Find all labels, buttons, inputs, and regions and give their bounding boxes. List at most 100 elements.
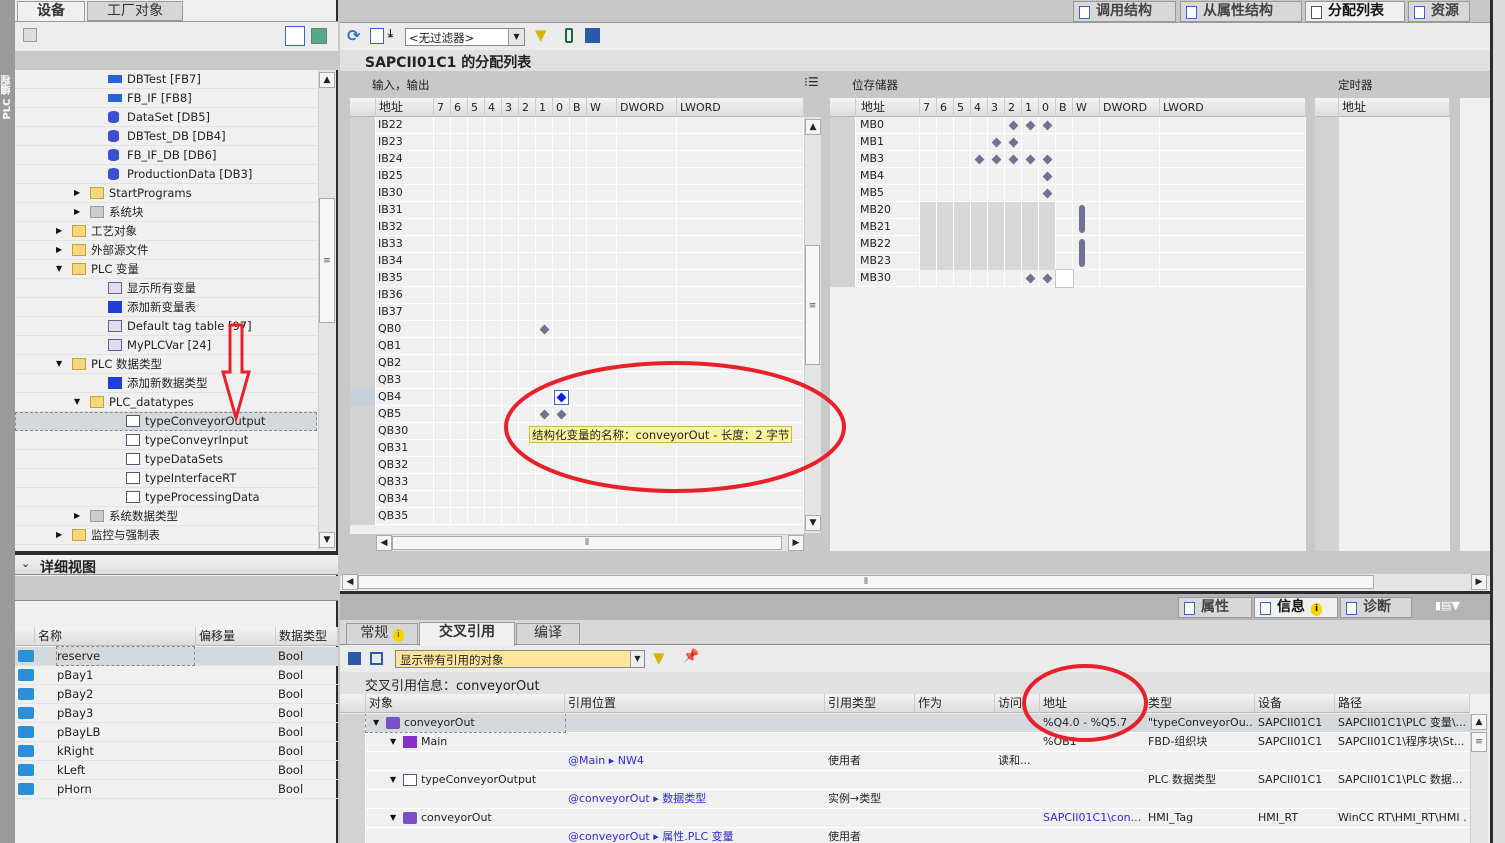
column-0[interactable]: 0 bbox=[1039, 98, 1056, 117]
bit-cell[interactable] bbox=[485, 491, 502, 508]
column-header[interactable]: 引用类型 bbox=[825, 694, 915, 713]
bit-cell[interactable] bbox=[971, 270, 988, 287]
bit-cell[interactable] bbox=[1160, 151, 1306, 168]
column-lword[interactable]: LWORD bbox=[677, 98, 804, 117]
bit-cell[interactable] bbox=[1073, 117, 1100, 134]
bit-cell[interactable] bbox=[519, 491, 536, 508]
xref-location[interactable]: @conveyorOut ▸ 数据类型 bbox=[568, 790, 822, 808]
table-row[interactable]: MB22 bbox=[830, 236, 1306, 267]
bit-cell[interactable] bbox=[502, 236, 519, 253]
tree-item[interactable]: ▶ 监控与强制表 bbox=[15, 526, 317, 545]
bit-cell[interactable] bbox=[485, 406, 502, 423]
column-1[interactable]: 1 bbox=[536, 98, 553, 117]
bit-cell[interactable] bbox=[587, 508, 617, 525]
bit-cell[interactable] bbox=[468, 134, 485, 151]
bit-cell[interactable] bbox=[920, 185, 937, 202]
column-b[interactable]: B bbox=[570, 98, 587, 117]
xref-row[interactable]: @conveyorOut ▸ 属性.PLC 变量 使用者 bbox=[340, 828, 1470, 843]
battery-icon[interactable] bbox=[565, 28, 573, 43]
bit-cell[interactable] bbox=[1056, 236, 1073, 253]
bit-cell[interactable] bbox=[1100, 253, 1160, 270]
bit-cell[interactable] bbox=[519, 270, 536, 287]
io-hscrollbar[interactable]: ◀ ⦀ ▶ bbox=[376, 535, 804, 551]
row-header[interactable] bbox=[830, 134, 856, 151]
panel-layout-icon[interactable]: ▮▤▼ bbox=[1435, 599, 1460, 612]
tree-item[interactable]: DataSet [DB5] bbox=[15, 108, 317, 127]
xref-filter-select[interactable]: 显示带有引用的对象 ▼ bbox=[395, 650, 645, 668]
row-header[interactable] bbox=[830, 236, 856, 253]
bit-cell[interactable] bbox=[937, 168, 954, 185]
row-header[interactable] bbox=[350, 491, 376, 508]
bit-cell[interactable] bbox=[677, 219, 804, 236]
row-header[interactable] bbox=[830, 151, 856, 168]
bit-cell[interactable] bbox=[677, 389, 804, 406]
bit-cell[interactable] bbox=[1022, 134, 1039, 151]
bit-cell[interactable] bbox=[519, 406, 536, 423]
bit-cell[interactable] bbox=[570, 372, 587, 389]
bit-cell[interactable] bbox=[485, 219, 502, 236]
bit-cell[interactable] bbox=[1039, 185, 1056, 202]
bit-cell[interactable] bbox=[434, 474, 451, 491]
bit-cell[interactable] bbox=[468, 389, 485, 406]
row-header[interactable] bbox=[350, 168, 376, 185]
bit-cell[interactable] bbox=[570, 168, 587, 185]
table-row[interactable]: IB34 bbox=[350, 253, 804, 270]
bit-cell[interactable] bbox=[1005, 168, 1022, 185]
bit-cell[interactable] bbox=[1073, 185, 1100, 202]
bit-cell[interactable] bbox=[1022, 219, 1039, 236]
xref-row[interactable]: ▼ conveyorOut %Q4.0 - %Q5.7 "typeConveyorOu… bbox=[340, 714, 1470, 733]
bit-cell[interactable] bbox=[1056, 219, 1073, 236]
bit-cell[interactable] bbox=[1073, 202, 1100, 233]
bit-cell[interactable] bbox=[1160, 185, 1306, 202]
tab-resources[interactable]: 资源 bbox=[1408, 1, 1470, 22]
table-row[interactable]: MB23 bbox=[830, 253, 1306, 270]
scroll-thumb[interactable]: ⦀ bbox=[392, 536, 782, 550]
bit-cell[interactable] bbox=[617, 406, 677, 423]
bit-cell[interactable] bbox=[468, 423, 485, 440]
bit-cell[interactable] bbox=[570, 202, 587, 219]
bit-cell[interactable] bbox=[677, 321, 804, 338]
bit-cell[interactable] bbox=[971, 151, 988, 168]
subtab-cross-references[interactable]: 交叉引用 bbox=[419, 622, 515, 646]
detail-view-header[interactable]: ⌄ 详细视图 bbox=[15, 555, 338, 576]
bit-cell[interactable] bbox=[570, 151, 587, 168]
bit-cell[interactable] bbox=[485, 321, 502, 338]
bit-cell[interactable] bbox=[1056, 202, 1073, 219]
word-marker[interactable] bbox=[1079, 205, 1085, 233]
detail-row[interactable]: kRight Bool bbox=[15, 742, 338, 761]
row-header[interactable] bbox=[350, 457, 376, 474]
refresh-icon[interactable]: ⟳ bbox=[347, 26, 360, 45]
bit-cell[interactable] bbox=[536, 406, 553, 423]
bit-cell[interactable] bbox=[536, 185, 553, 202]
bit-cell[interactable] bbox=[617, 304, 677, 321]
column-w[interactable]: W bbox=[1073, 98, 1100, 117]
bit-cell[interactable] bbox=[937, 134, 954, 151]
bit-cell[interactable] bbox=[570, 406, 587, 423]
detail-row[interactable]: reserve Bool bbox=[15, 646, 338, 666]
assigned-bit-marker[interactable] bbox=[1042, 273, 1052, 284]
bit-cell[interactable] bbox=[485, 389, 502, 406]
xref-location[interactable]: @Main ▸ NW4 bbox=[568, 752, 822, 770]
table-row[interactable]: QB34 bbox=[350, 491, 804, 508]
bit-cell[interactable] bbox=[1056, 134, 1073, 151]
column-header[interactable]: 作为 bbox=[915, 694, 995, 713]
bit-cell[interactable] bbox=[451, 372, 468, 389]
bit-cell[interactable] bbox=[434, 440, 451, 457]
bit-cell[interactable] bbox=[1073, 168, 1100, 185]
bit-cell[interactable] bbox=[1160, 134, 1306, 151]
bit-cell[interactable] bbox=[468, 440, 485, 457]
column-6[interactable]: 6 bbox=[451, 98, 468, 117]
chevron-right-icon[interactable]: ▶ bbox=[74, 203, 80, 221]
bit-cell[interactable] bbox=[937, 202, 954, 219]
bit-cell[interactable] bbox=[502, 321, 519, 338]
bit-cell[interactable] bbox=[677, 168, 804, 185]
bit-cell[interactable] bbox=[519, 508, 536, 525]
bit-cell[interactable] bbox=[1160, 253, 1306, 270]
row-header[interactable] bbox=[350, 406, 376, 423]
bit-cell[interactable] bbox=[451, 304, 468, 321]
bit-cell[interactable] bbox=[1039, 151, 1056, 168]
bit-cell[interactable] bbox=[1160, 202, 1306, 219]
bit-cell[interactable] bbox=[954, 202, 971, 219]
bit-cell[interactable] bbox=[1005, 134, 1022, 151]
bit-cell[interactable] bbox=[988, 117, 1005, 134]
